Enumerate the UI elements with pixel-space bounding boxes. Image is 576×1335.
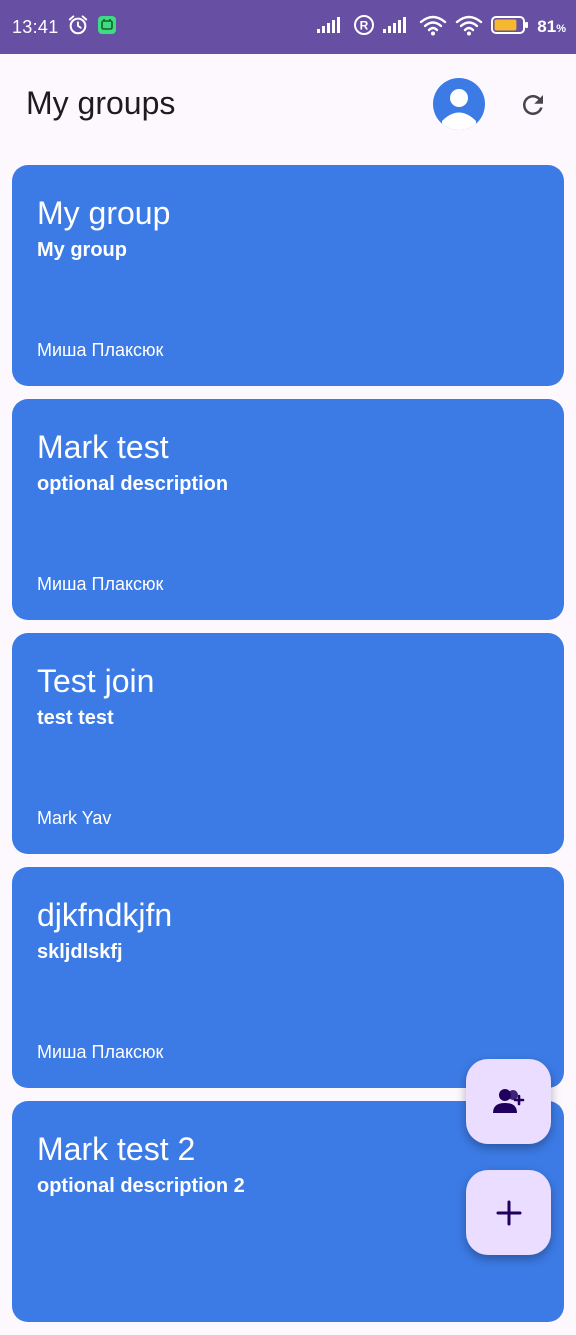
- app-bar: My groups: [0, 54, 576, 158]
- group-description: test test: [37, 707, 114, 729]
- group-card[interactable]: Mark test optional description Миша Плак…: [12, 399, 564, 620]
- group-list: My group My group Миша Плаксюк Mark test…: [12, 165, 564, 1335]
- group-description: skljdlskfj: [37, 941, 123, 963]
- group-owner: Миша Плаксюк: [37, 574, 164, 594]
- roaming-icon: R: [353, 14, 375, 41]
- wifi-icon: [419, 14, 447, 41]
- group-owner: Миша Плаксюк: [37, 1042, 164, 1062]
- create-group-button[interactable]: [466, 1170, 551, 1255]
- add-person-icon: [492, 1088, 524, 1113]
- page-title: My groups: [26, 85, 176, 121]
- group-title: djkfndkjfn: [37, 897, 173, 933]
- profile-icon: [442, 89, 476, 130]
- group-title: Test join: [37, 663, 155, 699]
- group-description: optional description 2: [37, 1175, 245, 1197]
- signal-icon: [383, 16, 411, 39]
- svg-text:R: R: [360, 18, 369, 32]
- group-card[interactable]: My group My group Миша Плаксюк: [12, 165, 564, 386]
- group-title: Mark test 2: [37, 1131, 196, 1167]
- plus-icon: [496, 1200, 521, 1225]
- group-title: Mark test: [37, 429, 169, 465]
- battery-icon: [491, 15, 529, 40]
- profile-button[interactable]: [433, 78, 485, 130]
- refresh-icon: [523, 95, 543, 115]
- signal-icon: [317, 16, 345, 39]
- status-bar-right: R 81%: [317, 0, 566, 54]
- group-card[interactable]: djkfndkjfn skljdlskfj Миша Плаксюк: [12, 867, 564, 1088]
- join-group-button[interactable]: [466, 1059, 551, 1144]
- group-owner: Миша Плаксюк: [37, 340, 164, 360]
- group-card[interactable]: Test join test test Mark Yav: [12, 633, 564, 854]
- status-bar-left: 13:41: [12, 0, 117, 54]
- refresh-button[interactable]: [514, 86, 552, 124]
- group-owner: Mark Yav: [37, 808, 112, 828]
- app-notification-icon: [97, 15, 117, 40]
- status-bar: 13:41 R 81%: [0, 0, 576, 54]
- group-description: optional description: [37, 473, 229, 495]
- battery-percent: 81%: [537, 17, 566, 37]
- group-title: My group: [37, 195, 171, 231]
- alarm-icon: [67, 14, 89, 41]
- group-description: My group: [37, 239, 127, 261]
- status-time: 13:41: [12, 16, 59, 37]
- battery-percent-symbol: %: [556, 23, 566, 35]
- wifi-icon: [455, 14, 483, 41]
- battery-percent-value: 81: [537, 17, 557, 36]
